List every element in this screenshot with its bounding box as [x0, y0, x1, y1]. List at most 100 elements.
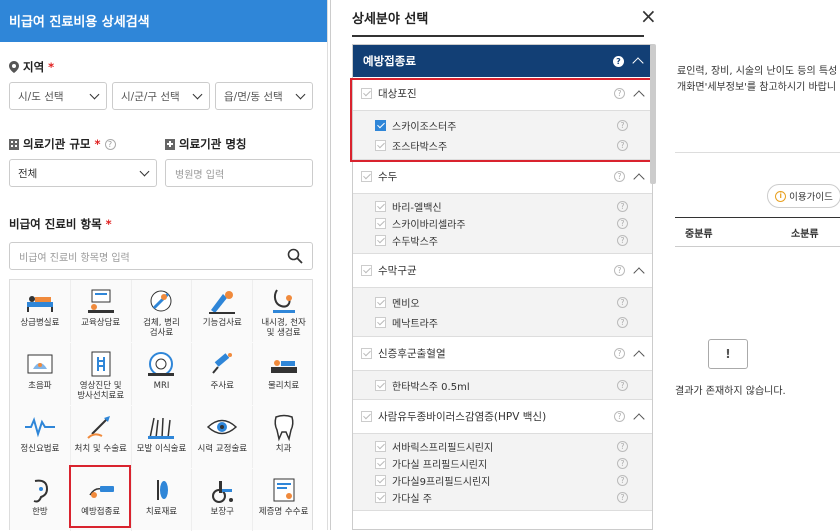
category-tooth[interactable]: 치과 [253, 406, 314, 468]
help-icon[interactable]: ? [614, 348, 625, 359]
category-endoscope[interactable]: 내시경, 천자 및 생검료 [253, 280, 314, 342]
category-consultation[interactable]: 교육상담료 [71, 280, 132, 342]
tree-group[interactable]: 수막구균? [353, 254, 652, 288]
group-checkbox[interactable] [361, 171, 372, 182]
search-icon[interactable] [287, 248, 303, 264]
help-icon[interactable]: ? [617, 475, 628, 486]
category-surgery[interactable]: 처치 및 수술료 [71, 406, 132, 468]
chevron-up-icon[interactable] [633, 412, 645, 425]
tree-group[interactable]: 신증후군출혈열? [353, 337, 652, 371]
tooth-icon [274, 414, 294, 442]
category-label: 기능검사료 [202, 318, 242, 328]
town-select[interactable]: 읍/면/동 선택 [215, 82, 313, 110]
chevron-up-icon[interactable] [633, 349, 645, 362]
category-label: 보장구 [210, 507, 235, 517]
category-psychotherapy[interactable]: 정신요법료 [10, 406, 71, 468]
wheelchair-icon [212, 481, 234, 503]
category-certificate[interactable]: 제증명 수수료 [253, 469, 314, 531]
help-icon[interactable]: ? [617, 441, 628, 452]
search-panel: 비급여 진료비용 상세검색 지역 * 시/도 선택 시/군/구 선택 읍/면/동 … [0, 0, 328, 531]
category-function-test[interactable]: 기능검사료 [192, 280, 254, 342]
group-checkbox[interactable] [361, 348, 372, 359]
item-checkbox[interactable] [375, 218, 386, 229]
help-icon[interactable]: ? [614, 411, 625, 422]
group-checkbox[interactable] [361, 411, 372, 422]
consultation-icon [87, 289, 114, 313]
group-checkbox[interactable] [361, 265, 372, 276]
selected-category-highlight [69, 465, 131, 528]
empty-alert-icon: ! [708, 339, 748, 369]
item-checkbox[interactable] [375, 492, 386, 503]
item-checkbox[interactable] [375, 475, 386, 486]
chevron-up-icon[interactable] [633, 172, 645, 185]
help-icon[interactable]: ? [617, 458, 628, 469]
tree-item[interactable]: 수두박스주? [353, 232, 652, 249]
help-icon[interactable]: ? [104, 138, 116, 150]
category-wheelchair[interactable]: 보장구 [192, 469, 254, 531]
category-label: 초음파 [28, 381, 52, 391]
category-treatment-material[interactable]: 치료재료 [132, 469, 193, 531]
chevron-up-icon[interactable] [633, 266, 645, 279]
tree-item[interactable]: 멘비오? [353, 292, 652, 312]
help-icon[interactable]: ? [614, 171, 625, 182]
category-eye[interactable]: 시력 교정술료 [192, 406, 254, 468]
category-xray[interactable]: 영상진단 및 방사선치료료 [71, 343, 132, 405]
tree-group[interactable]: 사람유두종바이러스감염증(HPV 백신)? [353, 400, 652, 434]
city-select[interactable]: 시/군/구 선택 [112, 82, 210, 110]
item-label: 수두박스주 [392, 237, 438, 248]
category-syringe[interactable]: 주사료 [192, 343, 254, 405]
hospital-name-input[interactable]: 병원명 입력 [165, 159, 313, 187]
item-label-text: 비급여 진료비 항목 [9, 217, 102, 231]
chevron-up-icon[interactable] [632, 57, 644, 69]
category-hospital-bed[interactable]: 상급병실료 [10, 280, 71, 342]
tree-header[interactable]: 예방접종료 ? [353, 45, 652, 77]
help-icon[interactable]: ? [614, 265, 625, 276]
help-icon[interactable]: ? [617, 316, 628, 328]
detail-field-modal: 상세분야 선택 × 예방접종료 ? 대상포진? 스카이조스터주? 조스타박스주? 수두… [330, 0, 674, 530]
help-icon[interactable]: ? [617, 218, 628, 229]
help-icon[interactable]: ? [617, 492, 628, 503]
tree-item[interactable]: 바리-엘백신? [353, 198, 652, 215]
item-checkbox[interactable] [375, 296, 386, 308]
item-checkbox[interactable] [375, 379, 386, 391]
tree-item[interactable]: 가다실 주? [353, 489, 652, 506]
town-select-value: 읍/면/동 선택 [224, 90, 283, 103]
region-label: 지역 * [9, 59, 54, 75]
tree-item[interactable]: 스카이바리셀라주? [353, 215, 652, 232]
size-select[interactable]: 전체 [9, 159, 157, 187]
tree-item[interactable]: 가다실9프리필드시린지? [353, 472, 652, 489]
category-hair-transplant[interactable]: 모발 이식술료 [132, 406, 193, 468]
category-physical-therapy[interactable]: 물리치료 [253, 343, 314, 405]
tree-scrollbar[interactable] [650, 44, 656, 184]
tree-item[interactable]: 한타박스주 0.5ml? [353, 375, 652, 395]
category-ultrasound[interactable]: 초음파 [10, 343, 71, 405]
help-icon[interactable]: ? [617, 201, 628, 212]
item-search-placeholder: 비급여 진료비 항목명 입력 [19, 252, 130, 264]
category-label: 한방 [32, 507, 48, 517]
selected-group-highlight [350, 78, 652, 162]
item-label: 한타박스주 0.5ml [392, 381, 470, 393]
item-checkbox[interactable] [375, 235, 386, 246]
item-checkbox[interactable] [375, 458, 386, 469]
category-microscope[interactable]: 검체, 병리 검사료 [132, 280, 193, 342]
tree-item[interactable]: 서바릭스프리필드시린지? [353, 438, 652, 455]
item-checkbox[interactable] [375, 441, 386, 452]
help-icon[interactable]: ? [613, 55, 624, 67]
category-mri[interactable]: MRI [132, 343, 193, 405]
item-checkbox[interactable] [375, 316, 386, 328]
col-small-category: 소분류 [791, 229, 819, 240]
category-ear-acupuncture[interactable]: 한방 [10, 469, 71, 531]
tree-item[interactable]: 메낙트라주? [353, 312, 652, 332]
item-label: 스카이바리셀라주 [392, 220, 466, 231]
tree-item[interactable]: 가다실 프리필드시린지? [353, 455, 652, 472]
item-search-input[interactable]: 비급여 진료비 항목명 입력 [9, 242, 313, 270]
help-icon[interactable]: ? [617, 235, 628, 246]
tree-group[interactable]: 수두? [353, 160, 652, 194]
usage-guide-button[interactable]: i 이용가이드 [767, 184, 840, 208]
item-checkbox[interactable] [375, 201, 386, 212]
close-icon[interactable]: × [640, 6, 657, 26]
help-icon[interactable]: ? [617, 379, 628, 391]
province-select-value: 시/도 선택 [18, 90, 64, 103]
province-select[interactable]: 시/도 선택 [9, 82, 107, 110]
help-icon[interactable]: ? [617, 296, 628, 308]
